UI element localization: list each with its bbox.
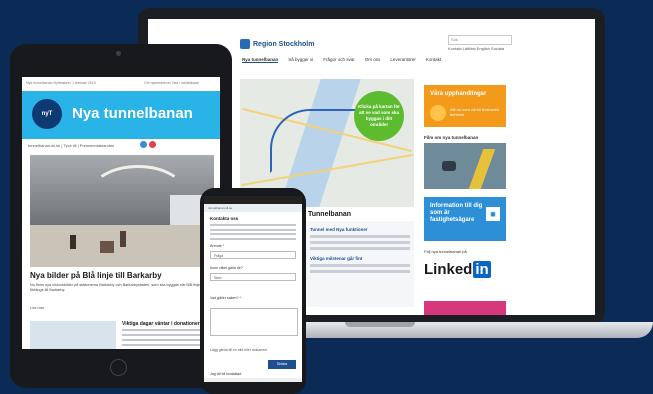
nav-item-leverantorer[interactable]: Leverantörer <box>390 57 416 63</box>
building-icon: ■ <box>486 207 500 221</box>
news-card[interactable]: Tunnel med Nya funktioner Viktiga milste… <box>306 221 414 307</box>
contact-heading: Kontakta oss <box>210 216 239 221</box>
read-more-link[interactable]: Läs mer <box>30 305 44 310</box>
contact-intro <box>210 224 296 242</box>
tablet-screen: Nya tunnelbanan Nyhetsbrev 1 februari 20… <box>22 77 220 349</box>
linkedin-logo[interactable]: Linked in <box>424 261 491 278</box>
newsletter-topbar: Nya tunnelbanan Nyhetsbrev 1 februari 20… <box>26 81 199 85</box>
film-thumbnail[interactable] <box>424 143 506 189</box>
nav-item-om-oss[interactable]: Om oss <box>365 57 381 63</box>
galler-select[interactable]: Skriv <box>210 273 296 281</box>
banner-title: Nya tunnelbanan <box>72 105 193 122</box>
youtube-icon[interactable] <box>149 141 156 148</box>
pink-banner <box>424 301 506 315</box>
attachment-text[interactable]: Lägg gärna till en bild eller dokument <box>210 348 267 352</box>
article-headline[interactable]: Nya bilder på Blå linje till Barkarby <box>30 271 162 280</box>
nav-item-fragor[interactable]: Frågor och svar <box>323 57 355 63</box>
tablet-camera <box>116 51 121 56</box>
region-stockholm-logo[interactable]: Region Stockholm <box>240 39 314 49</box>
follow-text: Följ nya tunnelbanan på <box>424 249 467 254</box>
message-textarea[interactable] <box>210 308 298 336</box>
field-label-message: Vad gäller saken? * <box>210 296 241 300</box>
social-icons <box>140 141 156 148</box>
submit-button[interactable]: Skicka <box>268 360 296 369</box>
map-callout-bubble[interactable]: Klicka på kartan för att se vad som ska … <box>354 91 404 141</box>
card-title[interactable]: Viktiga dagar väntar i donationer <box>122 321 200 327</box>
article-intro: Nu finns nya visionsbilder på stationern… <box>30 283 200 293</box>
procurement-box[interactable]: Våra upphandlingar Allt du som vill bli … <box>424 85 506 127</box>
phone-bottom-bar <box>204 378 302 382</box>
nyt-badge-icon: nyT <box>32 99 62 129</box>
film-title: Film om nya tunnelbanan <box>424 135 479 140</box>
procurement-icon <box>430 105 446 121</box>
news-card-title[interactable]: Tunnel med Nya funktioner <box>310 227 414 232</box>
logo-mark-icon <box>240 39 250 49</box>
newsletter-links[interactable]: tunnelbanan.sll.se | Tyck till | Pressme… <box>28 143 114 148</box>
section-heading: Tunnelbanan <box>308 211 352 218</box>
contact-checkbox[interactable]: Jag vill bli kontaktad <box>210 372 241 376</box>
top-links[interactable]: Kontakt Lättläst English Sociala <box>448 46 504 51</box>
station-photo[interactable] <box>30 155 214 267</box>
laptop-notch <box>345 322 415 327</box>
main-nav: Nya tunnelbanan Så bygger vi Frågor och … <box>242 57 441 63</box>
tablet-home-button[interactable] <box>110 359 127 376</box>
phone-status-bar <box>204 196 302 204</box>
property-owner-info-box[interactable]: Information till dig som är fastighetsäg… <box>424 197 506 241</box>
card-image[interactable] <box>30 321 116 349</box>
field-label-galler: Inom vilket gälla de? <box>210 266 243 270</box>
nav-item-sa-bygger-vi[interactable]: Så bygger vi <box>288 57 313 63</box>
nav-item-nya-tunnelbanan[interactable]: Nya tunnelbanan <box>242 57 279 63</box>
arende-select[interactable]: Fråga <box>210 251 296 259</box>
phone-url-bar[interactable]: tunnelbanan.sll.se <box>204 204 302 212</box>
search-input[interactable]: Sök <box>448 35 512 45</box>
field-label-arende: Ärende * <box>210 244 224 248</box>
facebook-icon[interactable] <box>140 141 147 148</box>
phone-screen: tunnelbanan.sll.se Kontakta oss Ärende *… <box>204 196 302 382</box>
news-card-title-2[interactable]: Viktiga milstenar går fint <box>310 256 414 261</box>
nav-item-kontakt[interactable]: Kontakt <box>426 57 441 63</box>
